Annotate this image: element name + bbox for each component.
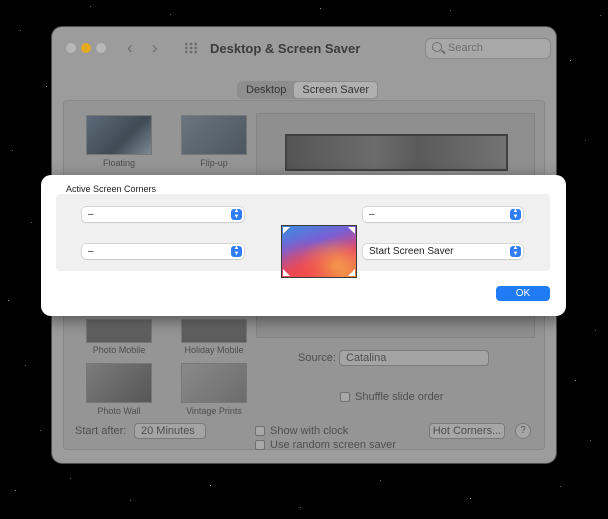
search-placeholder: Search: [448, 42, 483, 54]
start-after-popup[interactable]: 20 Minutes: [134, 423, 206, 439]
hot-corners-sheet: Active Screen Corners – ▲ ▼ – ▲ ▼ – ▲ ▼ Sta…: [41, 175, 566, 316]
help-button[interactable]: ?: [515, 423, 531, 439]
corner-marker-icon: [348, 269, 355, 276]
top-left-corner-popup[interactable]: – ▲ ▼: [82, 207, 244, 222]
bottom-left-corner-value: –: [88, 246, 94, 257]
corner-marker-icon: [283, 227, 290, 234]
search-field[interactable]: Search: [425, 38, 551, 59]
screensaver-thumb-holiday-mobile[interactable]: [181, 319, 247, 343]
corner-marker-icon: [348, 227, 355, 234]
show-all-grid-icon[interactable]: [184, 42, 198, 54]
minimize-window-button[interactable]: [81, 43, 91, 53]
random-saver-label: Use random screen saver: [270, 439, 396, 451]
shuffle-checkbox[interactable]: [340, 392, 350, 402]
corners-box: – ▲ ▼ – ▲ ▼ – ▲ ▼ Start Screen Saver ▲ ▼: [56, 194, 550, 278]
close-window-button[interactable]: [66, 43, 76, 53]
screensaver-thumb-flip-up[interactable]: [181, 115, 247, 155]
search-icon: [432, 42, 442, 52]
sheet-title: Active Screen Corners: [66, 184, 157, 194]
top-right-corner-value: –: [369, 209, 375, 220]
random-saver-checkbox[interactable]: [255, 440, 265, 450]
source-popup[interactable]: Catalina: [339, 350, 489, 366]
screensaver-label: Photo Mobile: [92, 345, 146, 355]
screensaver-thumb-floating[interactable]: [86, 115, 152, 155]
title-bar: ‹ › Desktop & Screen Saver Search: [52, 27, 556, 71]
window-title: Desktop & Screen Saver: [210, 41, 361, 56]
forward-chevron-icon[interactable]: ›: [152, 38, 158, 58]
zoom-window-button[interactable]: [96, 43, 106, 53]
screensaver-label: Vintage Prints: [186, 406, 242, 416]
top-right-corner-popup[interactable]: – ▲ ▼: [363, 207, 523, 222]
popup-chevron-icon: ▲ ▼: [510, 245, 521, 257]
screensaver-thumb-vintage-prints[interactable]: [181, 363, 247, 403]
source-label: Source:: [298, 352, 336, 364]
corner-marker-icon: [283, 269, 290, 276]
top-left-corner-value: –: [88, 209, 94, 220]
screensaver-label: Floating: [102, 158, 136, 168]
screensaver-label: Flip-up: [200, 158, 228, 168]
popup-chevron-icon: ▲ ▼: [231, 245, 242, 257]
shuffle-label: Shuffle slide order: [355, 391, 444, 403]
popup-chevron-icon: ▲ ▼: [231, 208, 242, 220]
screen-preview-image: [281, 225, 357, 278]
screensaver-thumb-photo-wall[interactable]: [86, 363, 152, 403]
screensaver-label: Holiday Mobile: [184, 345, 244, 355]
ok-button[interactable]: OK: [496, 286, 550, 301]
show-clock-label: Show with clock: [270, 425, 349, 437]
back-chevron-icon[interactable]: ‹: [127, 38, 133, 58]
tab-desktop[interactable]: Desktop: [238, 82, 294, 98]
screensaver-label: Photo Wall: [97, 406, 141, 416]
start-after-label: Start after:: [75, 425, 127, 437]
hot-corners-button[interactable]: Hot Corners...: [429, 423, 505, 439]
bottom-right-corner-popup[interactable]: Start Screen Saver ▲ ▼: [363, 244, 523, 259]
show-clock-checkbox[interactable]: [255, 426, 265, 436]
screensaver-thumb-photo-mobile[interactable]: [86, 319, 152, 343]
tab-control: Desktop Screen Saver: [237, 81, 379, 99]
bottom-right-corner-value: Start Screen Saver: [369, 246, 454, 257]
preview-image: [285, 134, 508, 171]
popup-chevron-icon: ▲ ▼: [510, 208, 521, 220]
bottom-left-corner-popup[interactable]: – ▲ ▼: [82, 244, 244, 259]
tab-screen-saver[interactable]: Screen Saver: [294, 82, 378, 98]
